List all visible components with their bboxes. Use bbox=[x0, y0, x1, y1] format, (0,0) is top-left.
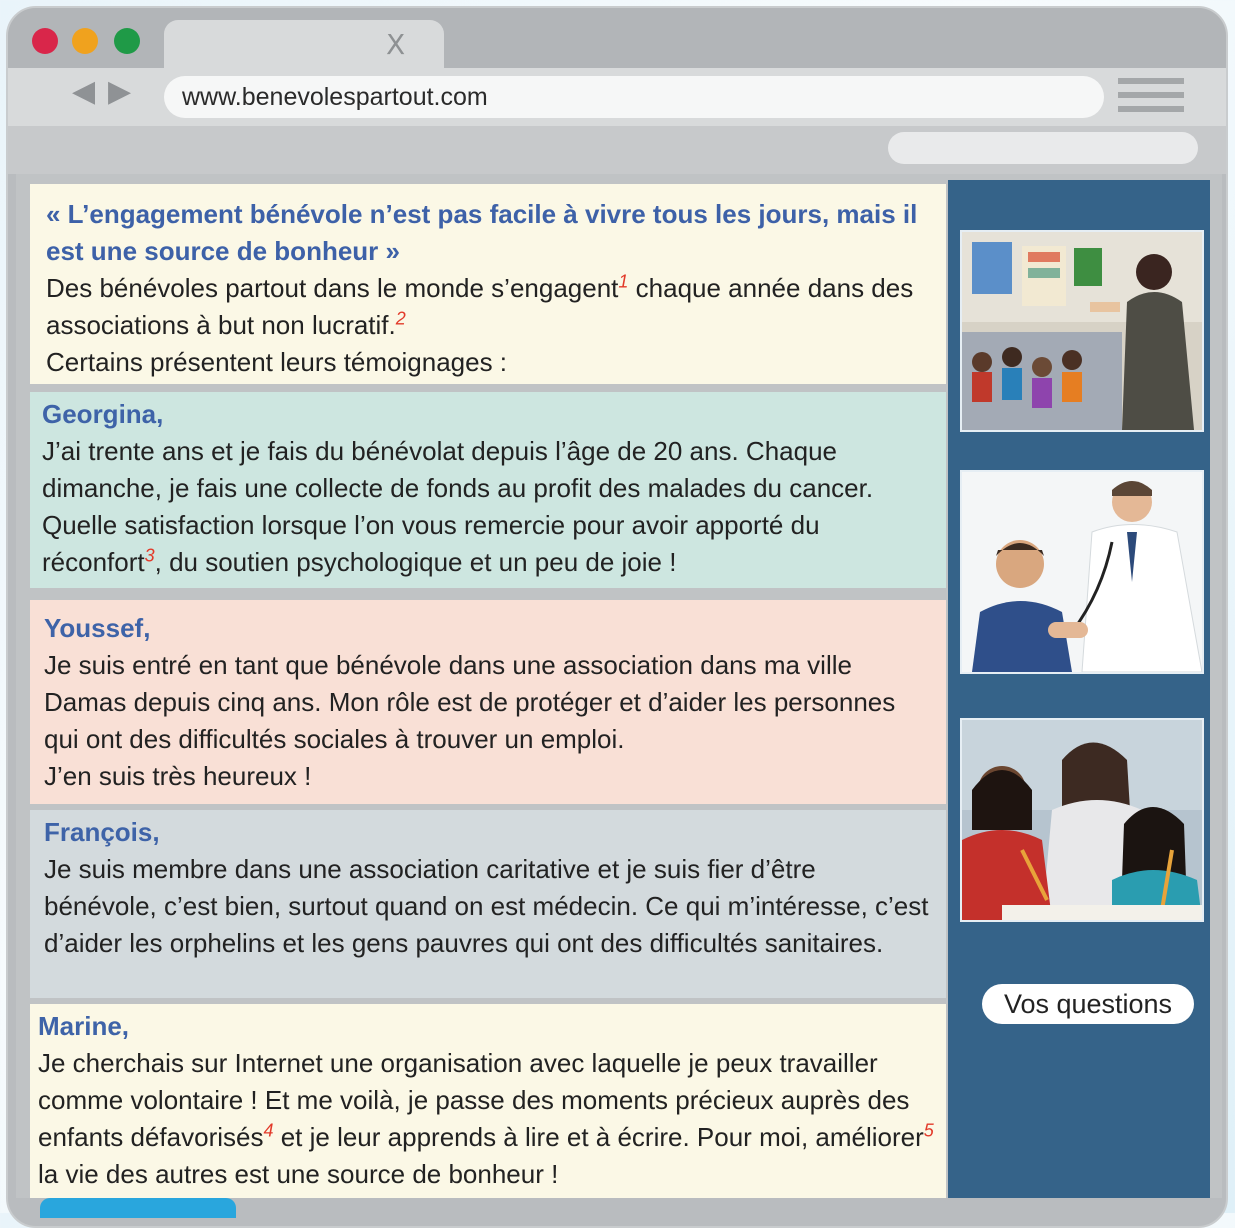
title-bar: X bbox=[8, 8, 1226, 72]
marine-text-part-2: et je leur apprends à lire et à écrire. … bbox=[273, 1122, 924, 1152]
children-writing-photo bbox=[960, 718, 1204, 922]
browser-window: X ◀ ▶ www.benevolespartout.com « L’engag… bbox=[6, 6, 1228, 1228]
back-arrow-icon[interactable]: ◀ bbox=[72, 74, 95, 109]
close-window-button[interactable] bbox=[32, 28, 58, 54]
testimonial-text: Je suis entré en tant que bénévole dans … bbox=[44, 650, 896, 754]
footnote-4: 4 bbox=[263, 1120, 274, 1141]
testimonial-text: Je cherchais sur Internet une organisati… bbox=[38, 1045, 938, 1193]
forward-arrow-icon[interactable]: ▶ bbox=[108, 74, 131, 109]
testimonial-text: J’ai trente ans et je fais du bénévolat … bbox=[42, 433, 934, 581]
testimonial-text: Je suis membre dans une association cari… bbox=[44, 854, 929, 958]
sidebar: Vos questions bbox=[948, 180, 1210, 1198]
bottom-tab-button[interactable] bbox=[40, 1198, 236, 1218]
close-tab-icon[interactable]: X bbox=[386, 28, 405, 61]
page-headline: « L’engagement bénévole n’est pas facile… bbox=[46, 199, 918, 266]
intro-panel: « L’engagement bénévole n’est pas facile… bbox=[30, 184, 946, 384]
testimonial-georgina: Georgina, J’ai trente ans et je fais du … bbox=[30, 392, 946, 588]
hamburger-menu-icon[interactable] bbox=[1118, 78, 1184, 114]
page-content: « L’engagement bénévole n’est pas facile… bbox=[16, 174, 1222, 1198]
browser-toolbar: ◀ ▶ www.benevolespartout.com bbox=[8, 68, 1226, 126]
browser-tab[interactable]: X bbox=[164, 20, 444, 72]
footnote-1: 1 bbox=[618, 271, 629, 292]
testimonial-name: François, bbox=[44, 817, 160, 847]
footnote-5: 5 bbox=[923, 1120, 934, 1141]
bookmarks-strip bbox=[8, 126, 1226, 174]
doctor-photo bbox=[960, 470, 1204, 674]
footnote-2: 2 bbox=[395, 308, 406, 329]
minimize-window-button[interactable] bbox=[72, 28, 98, 54]
testimonial-name: Youssef, bbox=[44, 613, 151, 643]
testimonial-marine: Marine, Je cherchais sur Internet une or… bbox=[30, 1004, 946, 1198]
intro-lead: Certains présentent leurs témoignages : bbox=[46, 347, 508, 377]
intro-text: Des bénévoles partout dans le monde s’en… bbox=[46, 270, 930, 344]
testimonial-francois: François, Je suis membre dans une associ… bbox=[30, 810, 946, 998]
search-input[interactable] bbox=[888, 132, 1198, 164]
classroom-photo bbox=[960, 230, 1204, 432]
vos-questions-button[interactable]: Vos questions bbox=[982, 984, 1194, 1024]
maximize-window-button[interactable] bbox=[114, 28, 140, 54]
footnote-3: 3 bbox=[144, 545, 155, 566]
address-bar[interactable]: www.benevolespartout.com bbox=[164, 76, 1104, 118]
testimonial-name: Marine, bbox=[38, 1011, 130, 1041]
georgina-text-part-2: , du soutien psychologique et un peu de … bbox=[154, 547, 677, 577]
marine-text-part-3: la vie des autres est une source de bonh… bbox=[38, 1159, 559, 1189]
testimonial-youssef: Youssef, Je suis entré en tant que bénév… bbox=[30, 600, 946, 804]
testimonial-closing: J’en suis très heureux ! bbox=[44, 761, 312, 791]
testimonial-name: Georgina, bbox=[42, 399, 164, 429]
intro-text-part-1: Des bénévoles partout dans le monde s’en… bbox=[46, 273, 619, 303]
